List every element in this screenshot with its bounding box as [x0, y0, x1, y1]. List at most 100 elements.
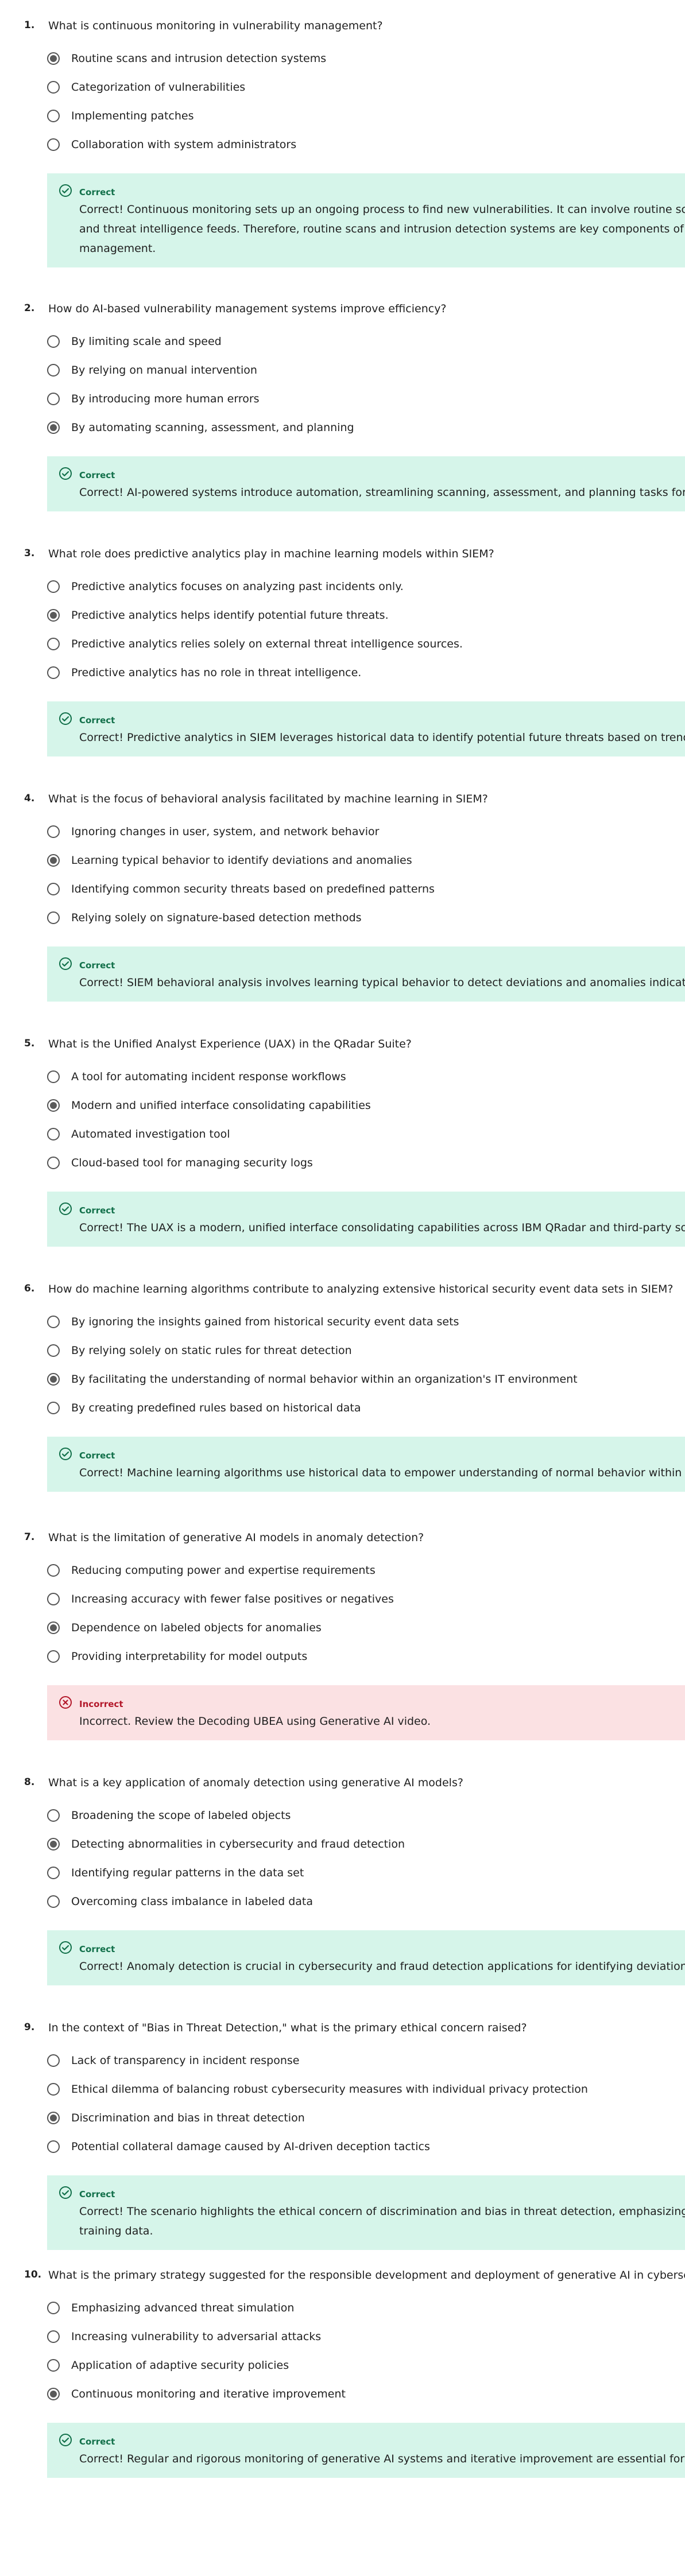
answer-option[interactable]: Increasing vulnerability to adversarial … — [47, 2328, 321, 2345]
radio-button-selected[interactable] — [47, 421, 60, 434]
answer-option[interactable]: A tool for automating incident response … — [47, 1068, 346, 1085]
radio-button[interactable] — [47, 110, 60, 122]
answer-option[interactable]: Automated investigation tool — [47, 1126, 230, 1143]
answer-option[interactable]: By limiting scale and speed — [47, 333, 222, 350]
answer-option[interactable]: Modern and unified interface consolidati… — [47, 1097, 371, 1114]
radio-button-selected[interactable] — [47, 1621, 60, 1634]
radio-button-selected[interactable] — [47, 1373, 60, 1386]
radio-button-selected[interactable] — [47, 609, 60, 622]
answer-option[interactable]: Predictive analytics helps identify pote… — [47, 607, 389, 624]
radio-button[interactable] — [47, 393, 60, 405]
radio-button-selected[interactable] — [47, 854, 60, 867]
answer-option[interactable]: Application of adaptive security policie… — [47, 2357, 289, 2374]
radio-button[interactable] — [47, 638, 60, 650]
question-text: In the context of "Bias in Threat Detect… — [48, 2022, 527, 2034]
answer-option-label: Lack of transparency in incident respons… — [71, 2054, 300, 2067]
radio-button[interactable] — [47, 335, 60, 348]
question-number: 10. — [24, 2269, 42, 2280]
radio-button[interactable] — [47, 2140, 60, 2153]
radio-button[interactable] — [47, 1895, 60, 1908]
answer-option-label: Detecting abnormalities in cybersecurity… — [71, 1838, 405, 1850]
radio-button-selected[interactable] — [47, 52, 60, 65]
radio-button[interactable] — [47, 825, 60, 838]
check-circle-icon — [59, 712, 72, 726]
answer-option[interactable]: Predictive analytics focuses on analyzin… — [47, 578, 404, 595]
radio-button[interactable] — [47, 1650, 60, 1663]
radio-button[interactable] — [47, 81, 60, 94]
radio-button[interactable] — [47, 2359, 60, 2372]
answer-option[interactable]: By creating predefined rules based on hi… — [47, 1399, 361, 1417]
answer-option[interactable]: Potential collateral damage caused by AI… — [47, 2138, 430, 2155]
radio-button[interactable] — [47, 2302, 60, 2314]
answer-option[interactable]: By ignoring the insights gained from his… — [47, 1313, 459, 1330]
answer-option[interactable]: Predictive analytics relies solely on ex… — [47, 635, 463, 653]
answer-option[interactable]: Collaboration with system administrators — [47, 136, 296, 153]
answer-option[interactable]: Ignoring changes in user, system, and ne… — [47, 823, 379, 840]
answer-option[interactable]: Reducing computing power and expertise r… — [47, 1562, 376, 1579]
answer-option[interactable]: Routine scans and intrusion detection sy… — [47, 50, 326, 67]
radio-button[interactable] — [47, 883, 60, 895]
answer-option[interactable]: Continuous monitoring and iterative impr… — [47, 2385, 346, 2403]
radio-button[interactable] — [47, 1593, 60, 1605]
answer-option[interactable]: Broadening the scope of labeled objects — [47, 1807, 291, 1824]
question-header: 1. What is continuous monitoring in vulne… — [0, 17, 685, 34]
answer-option[interactable]: Identifying common security threats base… — [47, 880, 435, 898]
radio-button-selected[interactable] — [47, 1838, 60, 1850]
radio-button[interactable] — [47, 1564, 60, 1577]
radio-button-selected[interactable] — [47, 2388, 60, 2400]
answer-option[interactable]: By relying on manual intervention — [47, 362, 257, 379]
radio-button-selected[interactable] — [47, 2112, 60, 2124]
answer-option-label: Identifying regular patterns in the data… — [71, 1867, 304, 1879]
check-circle-icon — [59, 2186, 72, 2199]
answer-option-label: By creating predefined rules based on hi… — [71, 1402, 361, 1414]
radio-button[interactable] — [47, 2083, 60, 2096]
answer-option[interactable]: Overcoming class imbalance in labeled da… — [47, 1893, 313, 1910]
feedback-correct: Correct Correct! SIEM behavioral analysis… — [47, 946, 685, 1002]
radio-button[interactable] — [47, 2330, 60, 2343]
answer-option[interactable]: Dependence on labeled objects for anomal… — [47, 1619, 322, 1636]
answer-option[interactable]: Discrimination and bias in threat detect… — [47, 2109, 305, 2127]
answer-option[interactable]: Learning typical behavior to identify de… — [47, 852, 412, 869]
answer-option[interactable]: Categorization of vulnerabilities — [47, 79, 245, 96]
answer-option[interactable]: By automating scanning, assessment, and … — [47, 419, 354, 436]
radio-button-selected[interactable] — [47, 1099, 60, 1112]
radio-button[interactable] — [47, 1128, 60, 1140]
answer-option[interactable]: By facilitating the understanding of nor… — [47, 1371, 578, 1388]
question-header: 5. What is the Unified Analyst Experience… — [0, 1035, 685, 1053]
radio-button[interactable] — [47, 138, 60, 151]
radio-button[interactable] — [47, 1344, 60, 1357]
radio-button[interactable] — [47, 364, 60, 377]
answer-option[interactable]: Ethical dilemma of balancing robust cybe… — [47, 2081, 588, 2098]
answer-option[interactable]: Emphasizing advanced threat simulation — [47, 2299, 294, 2317]
question-number: 5. — [24, 1038, 35, 1049]
answer-option[interactable]: Predictive analytics has no role in thre… — [47, 664, 361, 681]
answer-option[interactable]: By relying solely on static rules for th… — [47, 1342, 352, 1359]
feedback-status: Incorrect — [79, 1699, 123, 1709]
radio-button[interactable] — [47, 666, 60, 679]
answer-option[interactable]: Implementing patches — [47, 107, 193, 125]
answer-option[interactable]: Relying solely on signature-based detect… — [47, 909, 362, 926]
radio-dot — [50, 1376, 57, 1383]
radio-button[interactable] — [47, 1070, 60, 1083]
feedback-status: Correct — [79, 1450, 115, 1461]
check-circle-icon — [59, 2433, 72, 2447]
feedback-text: Correct! The UAX is a modern, unified in… — [79, 1221, 685, 1234]
answer-option[interactable]: Lack of transparency in incident respons… — [47, 2052, 299, 2069]
radio-button[interactable] — [47, 1402, 60, 1414]
x-circle-icon — [59, 1696, 72, 1709]
radio-button[interactable] — [47, 580, 60, 593]
radio-button[interactable] — [47, 1157, 60, 1169]
radio-button[interactable] — [47, 1316, 60, 1328]
radio-button[interactable] — [47, 1809, 60, 1822]
radio-button[interactable] — [47, 2054, 60, 2067]
answer-option[interactable]: Increasing accuracy with fewer false pos… — [47, 1590, 394, 1608]
answer-option[interactable]: By introducing more human errors — [47, 390, 260, 408]
question-text: How do machine learning algorithms contr… — [48, 1283, 674, 1295]
question-header: 7. What is the limitation of generative A… — [0, 1529, 685, 1546]
radio-button[interactable] — [47, 911, 60, 924]
answer-option[interactable]: Providing interpretability for model out… — [47, 1648, 307, 1665]
radio-button[interactable] — [47, 1867, 60, 1879]
answer-option[interactable]: Identifying regular patterns in the data… — [47, 1864, 304, 1881]
answer-option[interactable]: Detecting abnormalities in cybersecurity… — [47, 1836, 405, 1853]
answer-option[interactable]: Cloud-based tool for managing security l… — [47, 1154, 313, 1171]
